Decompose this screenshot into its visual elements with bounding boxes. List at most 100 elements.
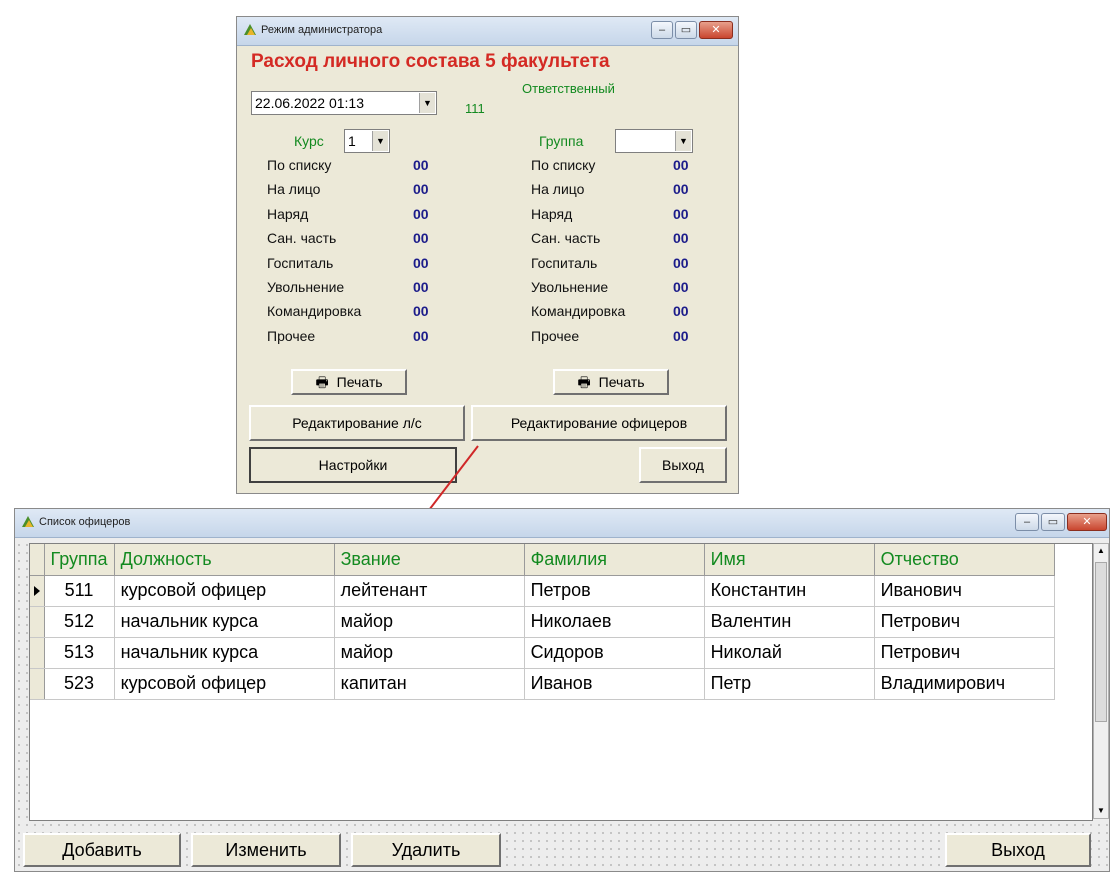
table-cell[interactable]: майор bbox=[334, 606, 525, 638]
course-stat-label: Госпиталь bbox=[267, 254, 334, 271]
minimize-icon[interactable]: – bbox=[651, 21, 673, 39]
table-row[interactable]: 523 курсовой офицер капитан Иванов Петр Влади… bbox=[30, 668, 1055, 700]
datetime-picker[interactable]: 22.06.2022 01:13 ▼ bbox=[251, 91, 437, 115]
scroll-down-icon[interactable]: ▼ bbox=[1094, 804, 1108, 818]
table-cell[interactable]: начальник курса bbox=[114, 606, 335, 638]
admin-header: Расход личного состава 5 факультета bbox=[251, 51, 610, 72]
course-stat-label: Командировка bbox=[267, 303, 362, 320]
table-cell[interactable]: Петров bbox=[524, 575, 705, 607]
table-cell[interactable]: лейтенант bbox=[334, 575, 525, 607]
group-stat-label: Наряд bbox=[531, 205, 573, 222]
group-stat-value: 00 bbox=[673, 230, 689, 247]
add-button[interactable]: Добавить bbox=[23, 833, 181, 867]
table-row[interactable]: 511 курсовой офицер лейтенант Петров Констан… bbox=[30, 575, 1055, 607]
edit-button[interactable]: Изменить bbox=[191, 833, 341, 867]
admin-titlebar: Режим администратора – ▭ ✕ bbox=[237, 17, 738, 46]
table-cell[interactable]: Петрович bbox=[874, 637, 1055, 669]
officers-table: Группа Должность Звание Фамилия Имя Отчество … bbox=[30, 544, 1055, 700]
table-cell[interactable]: Николай bbox=[704, 637, 875, 669]
course-stat-value: 00 bbox=[413, 181, 429, 198]
course-stat-label: По списку bbox=[267, 157, 332, 173]
minimize-icon[interactable]: – bbox=[1015, 513, 1039, 531]
row-indicator[interactable] bbox=[30, 668, 45, 700]
group-label: Группа bbox=[539, 133, 584, 149]
datetime-value: 22.06.2022 01:13 bbox=[255, 95, 364, 111]
column-header[interactable]: Фамилия bbox=[524, 544, 705, 576]
app-icon bbox=[244, 24, 256, 35]
course-stat-label: Наряд bbox=[267, 205, 309, 222]
settings-button[interactable]: Настройки bbox=[249, 447, 457, 483]
column-header[interactable]: Должность bbox=[114, 544, 335, 576]
printer-icon: 🖶 bbox=[315, 374, 329, 390]
print-course-button[interactable]: 🖶 Печать bbox=[291, 369, 407, 395]
table-cell[interactable]: начальник курса bbox=[114, 637, 335, 669]
course-select[interactable]: 1 ▼ bbox=[344, 129, 390, 153]
column-header[interactable]: Группа bbox=[44, 544, 115, 576]
close-icon[interactable]: ✕ bbox=[1067, 513, 1107, 531]
row-indicator[interactable] bbox=[30, 606, 45, 638]
chevron-down-icon[interactable]: ▼ bbox=[372, 131, 388, 151]
printer-icon: 🖶 bbox=[577, 374, 591, 390]
column-header[interactable]: Отчество bbox=[874, 544, 1055, 576]
table-cell[interactable]: Валентин bbox=[704, 606, 875, 638]
scroll-up-icon[interactable]: ▲ bbox=[1094, 544, 1108, 558]
course-stat-value: 00 bbox=[413, 254, 429, 271]
maximize-icon[interactable]: ▭ bbox=[675, 21, 697, 39]
course-stat-label: Сан. часть bbox=[267, 230, 337, 247]
group-stat-value: 00 bbox=[673, 157, 689, 173]
table-cell[interactable]: Петр bbox=[704, 668, 875, 700]
edit-personnel-button[interactable]: Редактирование л/с bbox=[249, 405, 465, 441]
table-row[interactable]: 513 начальник курса майор Сидоров Николай Пет… bbox=[30, 637, 1055, 669]
group-stat-value: 00 bbox=[673, 181, 689, 198]
group-stat-label: Увольнение bbox=[531, 279, 609, 295]
table-cell[interactable]: Иванович bbox=[874, 575, 1055, 607]
scroll-thumb[interactable] bbox=[1095, 562, 1107, 722]
table-cell[interactable]: курсовой офицер bbox=[114, 668, 335, 700]
chevron-down-icon[interactable]: ▼ bbox=[419, 93, 435, 113]
table-cell[interactable]: майор bbox=[334, 637, 525, 669]
table-cell[interactable]: Николаев bbox=[524, 606, 705, 638]
maximize-icon[interactable]: ▭ bbox=[1041, 513, 1065, 531]
group-stat-label: Прочее bbox=[531, 327, 580, 344]
officers-exit-button[interactable]: Выход bbox=[945, 833, 1091, 867]
print-course-label: Печать bbox=[336, 374, 383, 390]
table-cell[interactable]: Сидоров bbox=[524, 637, 705, 669]
course-stat-value: 00 bbox=[413, 230, 429, 247]
course-stat-value: 00 bbox=[413, 205, 429, 222]
column-header[interactable]: Имя bbox=[704, 544, 875, 576]
table-row[interactable]: 512 начальник курса майор Николаев Валентин П… bbox=[30, 606, 1055, 638]
table-cell[interactable]: 512 bbox=[44, 606, 115, 638]
row-pointer-icon[interactable] bbox=[30, 575, 45, 607]
vertical-scrollbar[interactable]: ▲ ▼ bbox=[1093, 543, 1109, 819]
group-stat-value: 00 bbox=[673, 327, 689, 344]
column-header[interactable]: Звание bbox=[334, 544, 525, 576]
delete-button[interactable]: Удалить bbox=[351, 833, 501, 867]
table-cell[interactable]: Петрович bbox=[874, 606, 1055, 638]
group-stat-label: Госпиталь bbox=[531, 254, 598, 271]
group-stat-value: 00 bbox=[673, 205, 689, 222]
table-cell[interactable]: Иванов bbox=[524, 668, 705, 700]
table-cell[interactable]: капитан bbox=[334, 668, 525, 700]
print-group-button[interactable]: 🖶 Печать bbox=[553, 369, 669, 395]
group-stat-label: По списку bbox=[531, 157, 596, 173]
group-select[interactable]: ▼ bbox=[615, 129, 693, 153]
row-indicator[interactable] bbox=[30, 637, 45, 669]
close-icon[interactable]: ✕ bbox=[699, 21, 733, 39]
group-stat-label: Командировка bbox=[531, 303, 626, 320]
table-cell[interactable]: Владимирович bbox=[874, 668, 1055, 700]
officers-grid: Группа Должность Звание Фамилия Имя Отчество … bbox=[29, 543, 1093, 821]
print-group-label: Печать bbox=[598, 374, 645, 390]
officers-window: Список офицеров – ▭ ✕ Группа Должность Зва… bbox=[14, 508, 1110, 872]
table-cell[interactable]: Константин bbox=[704, 575, 875, 607]
table-cell[interactable]: 511 bbox=[44, 575, 115, 607]
course-stat-value: 00 bbox=[413, 157, 429, 173]
edit-officers-button[interactable]: Редактирование офицеров bbox=[471, 405, 727, 441]
table-cell[interactable]: 523 bbox=[44, 668, 115, 700]
table-cell[interactable]: 513 bbox=[44, 637, 115, 669]
course-stat-label: Увольнение bbox=[267, 279, 345, 295]
group-stat-label: На лицо bbox=[531, 181, 585, 198]
table-cell[interactable]: курсовой офицер bbox=[114, 575, 335, 607]
chevron-down-icon[interactable]: ▼ bbox=[675, 131, 691, 151]
course-stat-label: Прочее bbox=[267, 327, 316, 344]
admin-exit-button[interactable]: Выход bbox=[639, 447, 727, 483]
